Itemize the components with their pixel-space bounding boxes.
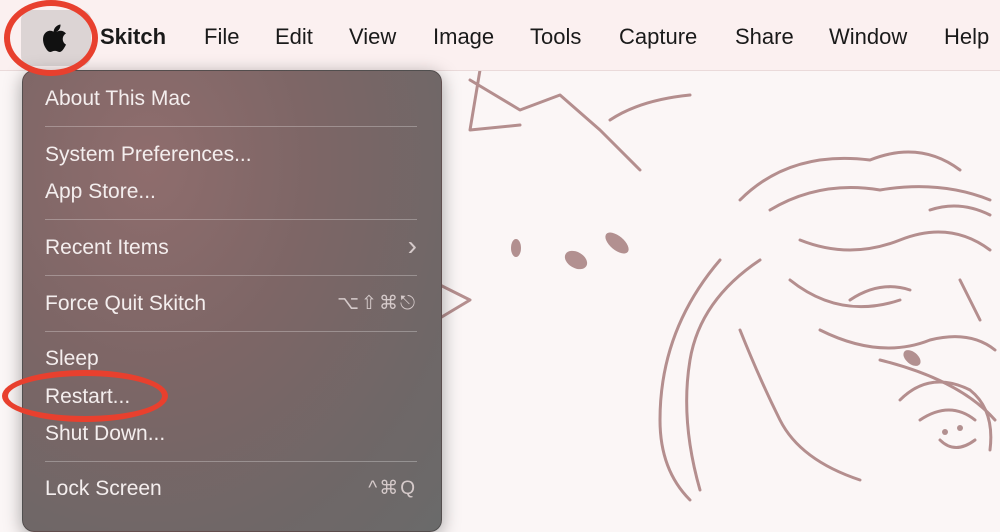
- chevron-right-icon: ›: [407, 230, 417, 261]
- menu-item-about-this-mac[interactable]: About This Mac: [45, 82, 417, 116]
- menu-bar: Skitch File Edit View Image Tools Captur…: [0, 0, 1000, 71]
- menu-separator: [45, 219, 417, 220]
- menu-item-label: System Preferences...: [45, 143, 252, 166]
- menu-item-label: Recent Items: [45, 236, 169, 259]
- menu-separator: [45, 331, 417, 332]
- menu-capture[interactable]: Capture: [619, 22, 697, 52]
- menu-item-restart[interactable]: Restart...: [45, 380, 417, 414]
- menu-view[interactable]: View: [349, 22, 396, 52]
- menu-item-system-preferences[interactable]: System Preferences...: [45, 138, 417, 172]
- menu-item-app-store[interactable]: App Store...: [45, 175, 417, 209]
- menu-item-label: Force Quit Skitch: [45, 292, 207, 315]
- menu-item-label: Sleep: [45, 347, 99, 370]
- menu-item-label: Shut Down...: [45, 422, 166, 445]
- menu-separator: [45, 461, 417, 462]
- menu-item-lock-screen[interactable]: Lock Screen ^⌘Q: [45, 472, 417, 506]
- menu-item-label: Restart...: [45, 385, 131, 408]
- menu-item-label: About This Mac: [45, 87, 191, 110]
- menu-help[interactable]: Help: [944, 22, 989, 52]
- menu-share[interactable]: Share: [735, 22, 794, 52]
- menu-app-name[interactable]: Skitch: [100, 22, 166, 52]
- apple-dropdown-menu: About This Mac System Preferences... App…: [22, 70, 442, 532]
- apple-logo-icon[interactable]: [40, 22, 70, 54]
- menu-file[interactable]: File: [204, 22, 239, 52]
- menu-item-label: App Store...: [45, 180, 156, 203]
- menu-window[interactable]: Window: [829, 22, 907, 52]
- shortcut-control-command-q: ^⌘Q: [368, 478, 417, 499]
- menu-edit[interactable]: Edit: [275, 22, 313, 52]
- shortcut-option-shift-command-escape: ⌥⇧⌘⎋: [337, 293, 417, 314]
- menu-item-shut-down[interactable]: Shut Down...: [45, 417, 417, 451]
- menu-item-force-quit[interactable]: Force Quit Skitch ⌥⇧⌘⎋: [45, 287, 417, 321]
- menu-tools[interactable]: Tools: [530, 22, 581, 52]
- menu-image[interactable]: Image: [433, 22, 494, 52]
- menu-separator: [45, 126, 417, 127]
- menu-item-label: Lock Screen: [45, 477, 162, 500]
- menu-item-sleep[interactable]: Sleep: [45, 342, 417, 376]
- menu-separator: [45, 275, 417, 276]
- menu-item-recent-items[interactable]: Recent Items ›: [45, 230, 417, 265]
